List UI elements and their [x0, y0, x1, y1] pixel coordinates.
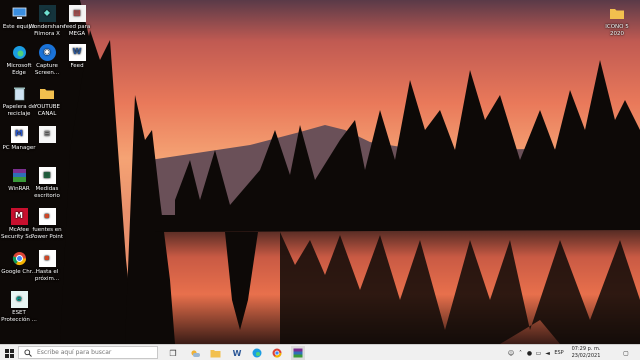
mcafee-icon: M	[10, 208, 28, 225]
start-button[interactable]	[0, 345, 18, 361]
wallpaper	[0, 0, 640, 344]
pc-manager-icon: M	[10, 126, 28, 143]
powerpoint-file-icon: ▪	[38, 208, 56, 225]
filmora-icon: ◆	[38, 5, 56, 22]
task-view-icon[interactable]: ❐	[166, 346, 180, 360]
document-icon: ≡	[38, 126, 56, 143]
eset-icon: e	[10, 291, 28, 308]
desktop-icon-youtube-canal[interactable]: YOUTUBE CANAL	[28, 85, 66, 117]
tray-chevron-up-icon[interactable]: ˄	[516, 345, 525, 361]
tray-network-icon[interactable]: ▭	[534, 345, 543, 361]
search-icon	[24, 348, 32, 357]
clock-time: 07:29 p. m.	[571, 346, 601, 352]
desktop-icon-feed-word[interactable]: W Feed	[58, 44, 96, 70]
icon-label: Feed	[70, 63, 84, 69]
chrome-icon[interactable]	[270, 346, 284, 360]
taskbar-search[interactable]	[18, 346, 158, 359]
taskbar-clock[interactable]: 07:29 p. m. 23/02/2021	[566, 346, 606, 359]
chrome-icon	[11, 250, 28, 267]
desktop-icon-feed-mega[interactable]: ▤ feed para MEGA	[58, 5, 96, 37]
desktop-icon-document[interactable]: ≡	[28, 126, 66, 145]
icon-label: fuentes en Power Point	[30, 227, 64, 240]
tray-volume-icon[interactable]: ◄	[543, 345, 552, 361]
icon-label: ESET Protección ...	[1, 310, 37, 323]
tray-language[interactable]: ESP	[552, 345, 566, 361]
desktop-icon-icono-5[interactable]: ICONO 5 2020	[598, 5, 636, 37]
tray-people-icon[interactable]: ☺	[506, 345, 516, 361]
edge-icon	[11, 44, 28, 61]
tray-mic-icon[interactable]: ●	[525, 345, 534, 361]
word-icon[interactable]: W	[230, 346, 244, 360]
taskbar: ❐ W ☺ ˄ ● ▭ ◄ ESP 07:29 p. m. 23/02/2021…	[0, 344, 640, 360]
computer-icon	[11, 5, 28, 22]
icon-label: ICONO 5 2020	[605, 24, 629, 37]
file-icon: ▤	[68, 5, 86, 22]
desktop: Este equipo ◆ Wondershare Filmora X ▤ fe…	[0, 0, 640, 344]
file-explorer-icon[interactable]	[208, 346, 222, 360]
folder-icon	[609, 5, 626, 22]
icon-label: feed para MEGA	[63, 24, 91, 37]
recycle-bin-icon	[11, 85, 28, 102]
icon-label: Medidas escritorio	[34, 186, 60, 199]
spreadsheet-icon: ▦	[38, 167, 56, 184]
winrar-icon[interactable]	[291, 346, 305, 360]
clock-date: 23/02/2021	[571, 352, 601, 359]
windows-icon	[4, 348, 14, 358]
desktop-icon-eset[interactable]: e ESET Protección ...	[0, 291, 38, 323]
winrar-icon	[11, 167, 28, 184]
icon-label: YOUTUBE CANAL	[33, 104, 61, 117]
search-input[interactable]	[33, 349, 155, 356]
icon-label: Hasta el próxim...	[34, 269, 60, 282]
powerpoint-file-icon: ▪	[38, 250, 56, 267]
word-icon: W	[68, 44, 86, 61]
desktop-icon-medidas[interactable]: ▦ Medidas escritorio	[28, 167, 66, 199]
weather-icon[interactable]	[188, 346, 202, 360]
icon-label: PC Manager	[2, 145, 36, 151]
edge-icon[interactable]	[250, 346, 264, 360]
notification-icon[interactable]: ▢	[620, 345, 632, 361]
capture-icon: ◉	[38, 44, 56, 61]
desktop-icon-fuentes-ppt[interactable]: ▪ fuentes en Power Point	[28, 208, 66, 240]
folder-icon	[39, 85, 56, 102]
desktop-icon-hasta-el-proximo[interactable]: ▪ Hasta el próxim...	[28, 250, 66, 282]
